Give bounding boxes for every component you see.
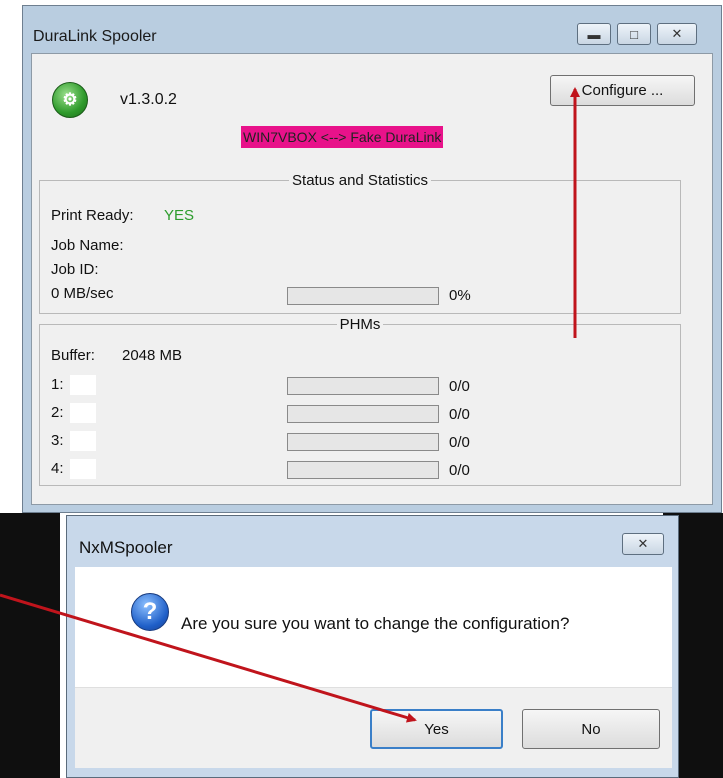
arrow-to-yes — [0, 593, 417, 723]
annotation-arrows — [0, 87, 580, 723]
